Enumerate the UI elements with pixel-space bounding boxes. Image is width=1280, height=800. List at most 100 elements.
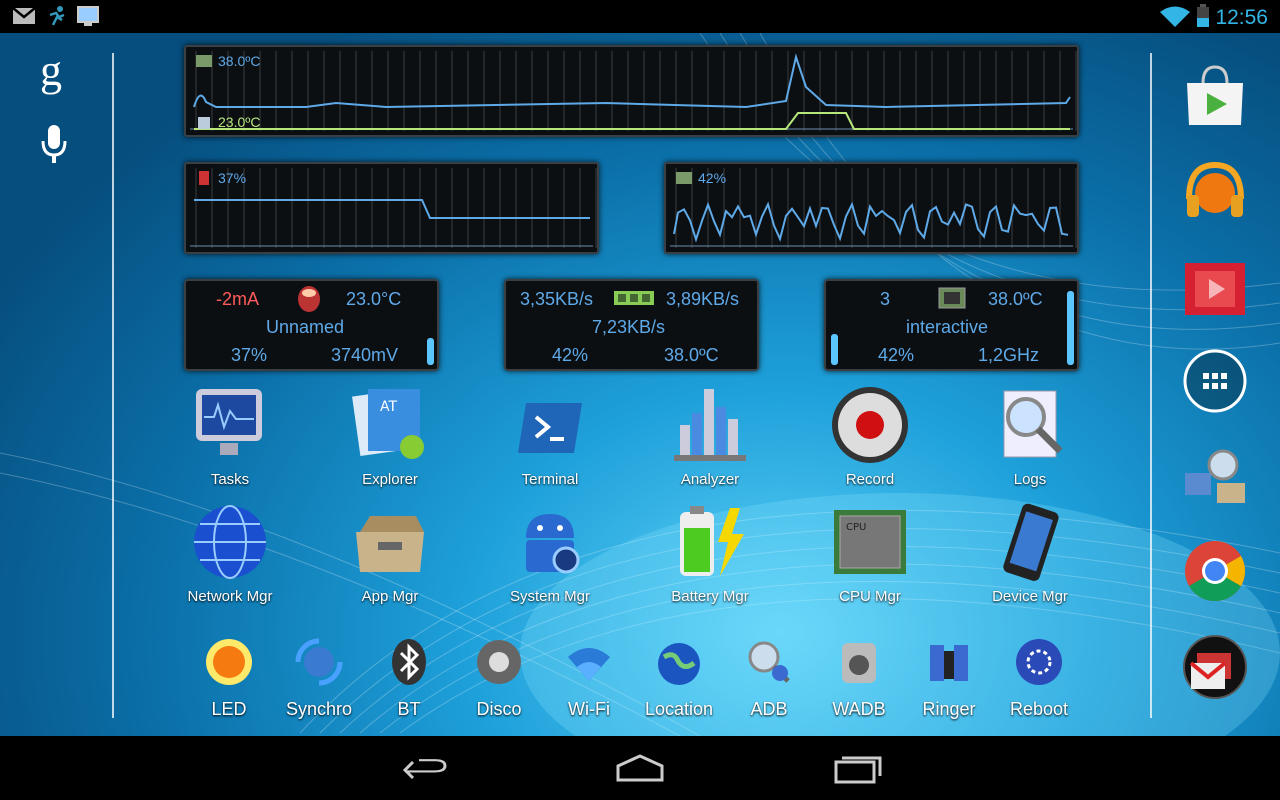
explorer-icon: AT (352, 389, 424, 459)
wifi-icon (1160, 6, 1190, 27)
app-battery-mgr[interactable]: Battery Mgr (650, 502, 770, 612)
app-label: Analyzer (680, 471, 740, 488)
app-explorer[interactable]: AT Explorer (330, 385, 450, 495)
battery-graph[interactable]: 37% (184, 162, 599, 254)
gmail-folder-icon[interactable] (1183, 635, 1247, 699)
mic-icon[interactable] (40, 125, 68, 165)
tool-label: Reboot (1009, 699, 1069, 719)
app-app-mgr[interactable]: App Mgr (330, 502, 450, 612)
app-label: App Mgr (361, 588, 419, 605)
app-label: Tasks (210, 471, 250, 488)
system-tuner-icon[interactable] (1183, 443, 1247, 507)
battery-name: Unnamed (266, 317, 345, 337)
svg-text:AT: AT (380, 399, 397, 415)
tool-label: Disco (476, 699, 522, 719)
reboot-icon (1016, 639, 1062, 685)
led-icon (206, 639, 252, 685)
app-label: System Mgr (509, 588, 590, 605)
battery-widget[interactable]: -2mA 23.0°C Unnamed 37% 3740mV (184, 279, 439, 371)
cpu-percent: 42% (878, 345, 915, 365)
battery-graph-label: 37% (218, 170, 247, 186)
logs-icon (1003, 390, 1063, 458)
bug-search-icon (748, 641, 790, 683)
app-device-mgr[interactable]: Device Mgr (970, 502, 1090, 612)
app-label: Device Mgr (992, 588, 1068, 605)
cpu-chip-icon: CPU (834, 510, 906, 574)
tool-wadb[interactable]: WADB (814, 637, 904, 727)
app-label: Network Mgr (187, 588, 273, 605)
status-bar: 12:56 (0, 0, 1280, 33)
app-logs[interactable]: Logs (970, 385, 1090, 495)
gmail-icon (12, 7, 36, 24)
battery-temp: 23.0°C (346, 289, 402, 309)
temp-max-label: 38.0ºC (218, 53, 261, 69)
all-apps-icon[interactable] (1183, 349, 1247, 413)
tool-label: Location (644, 699, 714, 719)
app-label: Explorer (362, 471, 418, 488)
chrome-icon[interactable] (1183, 539, 1247, 603)
tool-disco[interactable]: Disco (454, 637, 544, 727)
cpu-frequency: 1,2GHz (978, 345, 1040, 365)
app-record[interactable]: Record (810, 385, 930, 495)
battery-small-icon (198, 117, 210, 129)
terminal-icon (518, 403, 582, 453)
app-label: CPU Mgr (839, 588, 901, 605)
back-icon[interactable] (395, 748, 455, 788)
google-search-icon[interactable]: g (40, 45, 62, 96)
temp-min-label: 23.0ºC (218, 114, 261, 130)
tool-adb[interactable]: ADB (724, 637, 814, 727)
app-label: Logs (1013, 471, 1047, 488)
temperature-graph-plot (190, 51, 1077, 131)
play-music-icon[interactable] (1183, 159, 1247, 223)
chip-icon (676, 172, 692, 184)
tool-label: ADB (750, 699, 788, 719)
app-label: Record (845, 471, 895, 488)
android-icon (526, 514, 580, 574)
battery-charge-icon (680, 506, 744, 576)
app-system-mgr[interactable]: System Mgr (490, 502, 610, 612)
location-globe-icon (658, 643, 700, 685)
ram-icon (614, 291, 654, 305)
sync-icon (295, 638, 343, 686)
cpu-graph-label: 42% (698, 170, 727, 186)
temperature-trace (193, 53, 1071, 109)
cpu-graph-plot (670, 168, 1077, 248)
clock: 12:56 (1215, 6, 1268, 29)
network-down: 3,35KB/s (520, 289, 594, 309)
network-widget[interactable]: 3,35KB/s 3,89KB/s 7,23KB/s 42% 38.0ºC (504, 279, 759, 371)
toolbox-icon (356, 516, 424, 572)
tool-synchro[interactable]: Synchro (274, 637, 364, 727)
temperature-graph[interactable]: 38.0ºC 23.0ºC (184, 45, 1079, 137)
app-terminal[interactable]: Terminal (490, 385, 610, 495)
tool-reboot[interactable]: Reboot (994, 637, 1084, 727)
cpu-governor: interactive (906, 317, 989, 337)
app-analyzer[interactable]: Analyzer (650, 385, 770, 495)
battery-percent: 37% (231, 345, 268, 365)
network-up: 3,89KB/s (666, 289, 740, 309)
right-divider (1150, 53, 1152, 718)
battery-voltage: 3740mV (331, 345, 399, 365)
svg-text:CPU: CPU (846, 522, 866, 533)
recents-icon[interactable] (828, 748, 888, 788)
tool-led[interactable]: LED (184, 637, 274, 727)
chip-icon (196, 55, 212, 67)
tool-bt[interactable]: BT (364, 637, 454, 727)
tool-ringer[interactable]: Ringer (904, 637, 994, 727)
app-network-mgr[interactable]: Network Mgr (170, 502, 290, 612)
cpu-graph[interactable]: 42% (664, 162, 1079, 254)
bluetooth-icon (392, 639, 426, 685)
app-cpu-mgr[interactable]: CPU CPU Mgr (810, 502, 930, 612)
tool-label: Synchro (285, 699, 353, 719)
battery-graph-plot (190, 168, 597, 248)
app-tasks[interactable]: Tasks (170, 385, 290, 495)
discoball-icon (477, 640, 521, 684)
battery-icon (1197, 4, 1209, 27)
play-movies-icon[interactable] (1183, 257, 1247, 321)
chip-icon (938, 287, 966, 309)
tool-location[interactable]: Location (634, 637, 724, 727)
monitor-icon (77, 6, 99, 26)
play-store-icon[interactable] (1183, 63, 1247, 127)
home-icon[interactable] (610, 748, 670, 788)
cpu-widget[interactable]: 3 38.0ºC interactive 42% 1,2GHz (824, 279, 1079, 371)
tool-wifi[interactable]: Wi-Fi (544, 637, 634, 727)
